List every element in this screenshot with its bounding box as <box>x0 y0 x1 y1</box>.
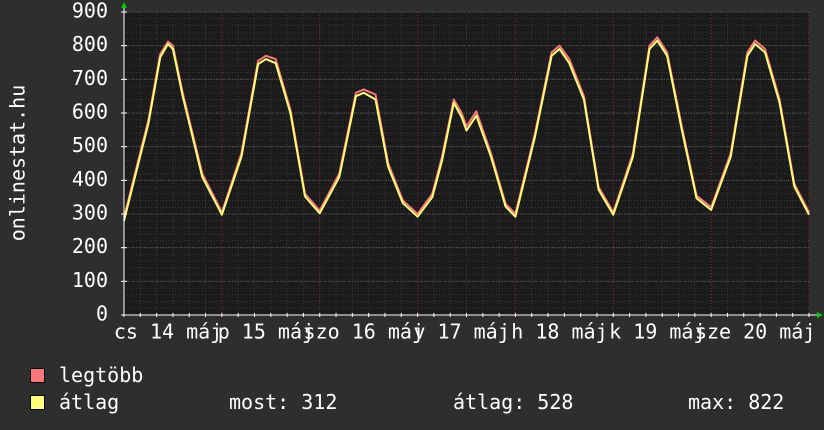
legend-swatch-atlag <box>30 394 45 410</box>
stat-atlag: átlag: 528 <box>453 390 574 414</box>
stat-most: most: 312 <box>229 390 338 414</box>
legend-label-atlag: átlag <box>59 390 120 414</box>
legend: legtöbb átlag most: 312 átlag: 528 max: … <box>0 0 824 430</box>
stat-max: max: 822 <box>688 390 785 414</box>
legend-item-atlag: átlag <box>30 390 119 414</box>
legend-label-legtobb: legtöbb <box>59 363 144 387</box>
legend-swatch-legtobb <box>30 367 45 383</box>
legend-item-legtobb: legtöbb <box>30 363 143 387</box>
